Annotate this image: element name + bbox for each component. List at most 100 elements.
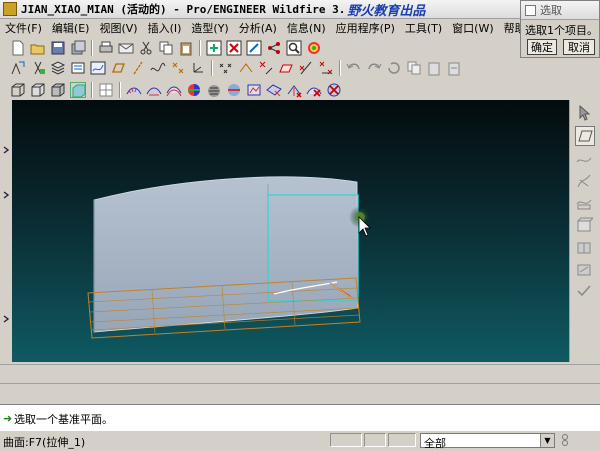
selection-filter-dropdown[interactable]: 全部 ▼ [420, 433, 555, 450]
done-check-icon[interactable] [575, 282, 593, 300]
redo-icon[interactable] [366, 60, 382, 76]
no-hidden-icon[interactable] [50, 82, 66, 98]
cross-section-icon[interactable] [298, 60, 314, 76]
ok-button[interactable]: 确定 [527, 39, 557, 55]
csys-icon[interactable] [190, 60, 206, 76]
selection-icon[interactable] [266, 40, 282, 56]
window-titlebar: JIAN_XIAO_MIAN (活动的) - Pro/ENGINEER Wild… [0, 0, 520, 19]
menu-applications[interactable]: 应用程序(P) [331, 20, 400, 36]
shade-curvature-icon[interactable] [186, 82, 202, 98]
point-array-icon[interactable] [218, 60, 234, 76]
toolbar-row-1 [8, 38, 324, 58]
offset-analysis-icon[interactable] [166, 82, 182, 98]
dialog-icon [525, 4, 536, 16]
select-dialog-title: 选取 [540, 4, 562, 17]
sketch-curve-icon[interactable] [150, 60, 166, 76]
select-dialog-titlebar: 选取 [521, 1, 599, 20]
connection-analysis-icon[interactable] [286, 82, 302, 98]
curve-on-surface-icon[interactable] [575, 172, 593, 190]
copy-feature-icon[interactable] [406, 60, 422, 76]
menu-insert[interactable]: 插入(I) [143, 20, 187, 36]
toolbar-separator [199, 40, 201, 56]
draft-analysis-icon[interactable] [226, 82, 242, 98]
chevron-down-icon[interactable]: ▼ [540, 434, 554, 447]
spin-center-icon[interactable] [10, 60, 26, 76]
toolbar-row-2 [8, 58, 464, 78]
find-icon[interactable] [286, 40, 302, 56]
menu-bar: 文件(F) 编辑(E) 视图(V) 插入(I) 造型(Y) 分析(A) 信息(N… [0, 19, 543, 36]
datum-curve-icon[interactable] [90, 60, 106, 76]
slope-analysis-icon[interactable] [246, 82, 262, 98]
print-icon[interactable] [98, 40, 114, 56]
save-icon[interactable] [50, 40, 66, 56]
refresh-icon[interactable] [386, 60, 402, 76]
dihedral-analysis-icon[interactable] [266, 82, 282, 98]
offset-curve-icon[interactable] [238, 60, 254, 76]
wireframe-icon[interactable] [10, 82, 26, 98]
csys-point-icon[interactable] [318, 60, 334, 76]
shading-icon[interactable] [70, 82, 86, 98]
connect-surface-icon[interactable] [575, 238, 593, 256]
toolbar-row-3 [8, 80, 344, 100]
curvature-analysis-icon[interactable] [126, 82, 142, 98]
toolbar-separator [91, 82, 93, 98]
email-icon[interactable] [118, 40, 134, 56]
datum-display-icon[interactable] [30, 60, 46, 76]
regenerate-icon[interactable] [206, 40, 222, 56]
prompt-text: 选取一个基准平面。 [14, 413, 113, 426]
menu-edit[interactable]: 编辑(E) [47, 20, 95, 36]
surface-plane-icon[interactable] [278, 60, 294, 76]
curve-edit-icon[interactable] [575, 194, 593, 212]
cut-icon[interactable] [138, 40, 154, 56]
surface-tool-icon[interactable] [575, 216, 595, 234]
paste-special-icon[interactable] [446, 60, 462, 76]
view-grid-icon[interactable] [98, 82, 114, 98]
prompt-arrow-icon: ➜ [3, 412, 13, 425]
curve-tool-icon[interactable] [575, 150, 593, 168]
select-arrow-icon[interactable] [575, 104, 593, 122]
menu-view[interactable]: 视图(V) [94, 20, 142, 36]
datum-axis-icon[interactable] [130, 60, 146, 76]
window-title: JIAN_XIAO_MIAN (活动的) - Pro/ENGINEER Wild… [21, 3, 346, 16]
copy-icon[interactable] [158, 40, 174, 56]
paste-feature-icon[interactable] [426, 60, 442, 76]
analysis-point-icon[interactable] [258, 60, 274, 76]
appearance-icon[interactable] [306, 40, 322, 56]
status-cell-2 [364, 433, 386, 447]
hidden-line-icon[interactable] [30, 82, 46, 98]
extruded-surface[interactable] [93, 176, 359, 333]
section-analysis-icon[interactable] [146, 82, 162, 98]
edit-icon[interactable] [246, 40, 262, 56]
datum-plane-icon[interactable] [110, 60, 126, 76]
layers-icon[interactable] [50, 60, 66, 76]
app-logo-icon [3, 2, 17, 16]
reflection-icon[interactable] [206, 82, 222, 98]
open-icon[interactable] [30, 40, 46, 56]
new-icon[interactable] [10, 40, 26, 56]
cancel-button[interactable]: 取消 [563, 39, 595, 55]
status-resize-icon[interactable] [560, 433, 570, 447]
menu-file[interactable]: 文件(F) [0, 20, 47, 36]
menu-tools[interactable]: 工具(T) [400, 20, 447, 36]
menu-window[interactable]: 窗口(W) [447, 20, 498, 36]
delete-analysis-icon[interactable] [306, 82, 322, 98]
model-tree-icon[interactable] [70, 60, 86, 76]
toolbar-separator [339, 60, 341, 76]
model-canvas [87, 176, 371, 339]
trim-surface-icon[interactable] [575, 260, 593, 278]
left-splitter[interactable] [0, 100, 12, 362]
save-copy-icon[interactable] [70, 40, 86, 56]
filter-value: 全部 [424, 437, 446, 450]
undo-icon[interactable] [346, 60, 362, 76]
menu-analysis[interactable]: 分析(A) [234, 20, 282, 36]
graphics-viewport[interactable] [12, 100, 569, 362]
plane-tool-icon[interactable] [575, 126, 595, 146]
paste-icon[interactable] [178, 40, 194, 56]
select-dialog-message: 选取1个项目。 [525, 24, 598, 37]
close-window-icon[interactable] [226, 40, 242, 56]
menu-styling[interactable]: 造型(Y) [186, 20, 233, 36]
watermark-text: 野火教育出品 [347, 3, 426, 19]
datum-point-icon[interactable] [170, 60, 186, 76]
saved-analysis-icon[interactable] [326, 82, 342, 98]
menu-info[interactable]: 信息(N) [282, 20, 331, 36]
